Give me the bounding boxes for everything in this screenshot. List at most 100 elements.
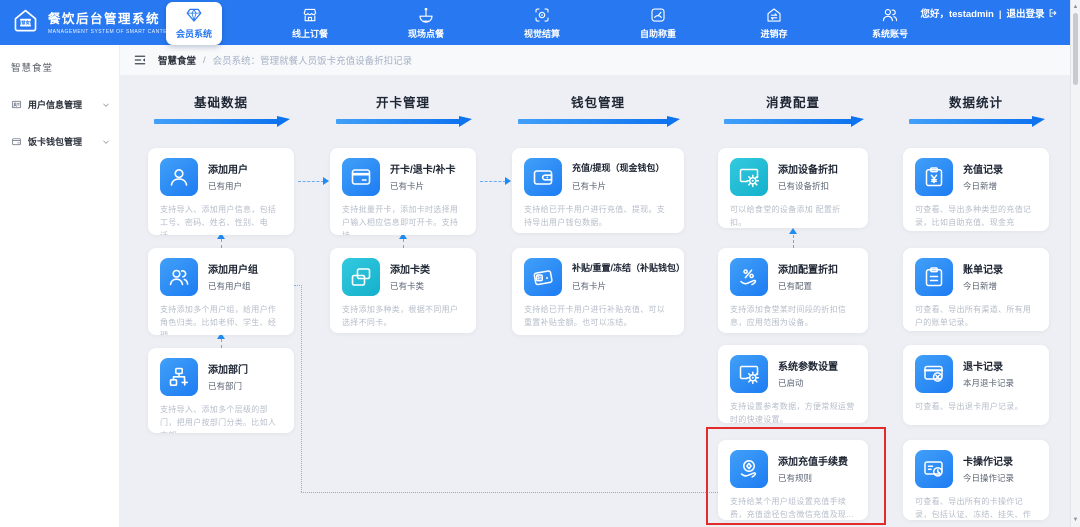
card-status: 已有卡片 [390,181,425,191]
card-title: 添加用户 [208,165,248,176]
gem-icon [185,6,203,24]
column-arrow-underline [154,116,290,127]
card-title: 账单记录 [963,265,1003,276]
card-subsidy-reset-freeze-wallet[interactable]: 补贴/重置/冻结（补贴钱包） 已有卡片 支持给已开卡用户进行补贴充值、可以重置补… [512,248,684,335]
user-divider: | [998,9,1002,20]
card-description: 支持导入、添加用户信息，包括工号、密码、姓名、性别、电话。 [160,205,277,235]
card-status: 已有用户 [208,181,243,191]
connector-department-to-usergroup [221,339,222,348]
card-system-parameter-settings[interactable]: 系统参数设置 已启动 支持设置参考数据，方便常规运营时的快速设置。 [718,345,868,423]
card-open-return-reissue-card[interactable]: 开卡/退卡/补卡 已有卡片 支持批量开卡，添加卡时选择用户输入相应信息即可开卡。… [330,148,476,235]
card-description: 支持给已开卡用户进行补贴充值、可以重置补贴金额。也可以冻结。 [524,305,666,327]
topbar: 餐饮后台管理系统 MANAGEMENT SYSTEM OF SMART CANT… [0,0,1080,45]
card-status: 已有卡类 [390,281,425,291]
collapse-sidebar-icon[interactable] [133,53,147,67]
tab-visual-checkout[interactable]: 视觉结算 [514,6,570,40]
device-gear-icon [730,158,768,196]
tab-self-weighing[interactable]: 自助称重 [630,6,686,40]
card-status: 已有卡片 [572,181,607,191]
card-status: 已有规则 [778,473,813,483]
column-header-wallet-management: 钱包管理 [512,92,684,127]
connector-user-to-card [298,181,324,182]
tab-online-ordering[interactable]: 线上订餐 [282,6,338,40]
scroll-up-icon[interactable]: ▲ [1071,2,1080,12]
logout-icon[interactable] [1045,9,1058,20]
card-card-return-records[interactable]: 退卡记录 本月退卡记录 可查看、导出退卡用户记录。 [903,345,1049,425]
card-title: 添加配置折扣 [778,265,838,276]
card-status: 已有卡片 [572,281,607,291]
card-title: 系统参数设置 [778,362,838,373]
breadcrumb-separator: / [203,54,206,66]
card-status: 今日操作记录 [963,473,1015,483]
warehouse-arrows-icon [765,6,783,24]
breadcrumb-root[interactable]: 智慧食堂 [158,53,196,67]
dish-icon [417,6,435,24]
card-add-user-group[interactable]: 添加用户组 已有用户组 支持添加多个用户组，给用户作角色归类。比如老师、学生、经… [148,248,294,335]
column-header-consumption-config: 消费配置 [718,92,868,127]
card-title: 卡操作记录 [963,457,1013,468]
app-subtitle: MANAGEMENT SYSTEM OF SMART CANTEEN [48,29,176,35]
card-title: 添加卡类 [390,265,430,276]
wallet-icon [524,158,562,196]
card-description: 支持设置参考数据，方便常规运营时的快速设置。 [730,402,855,423]
card-description: 支持添加多种类，根据不同用户选择不同卡。 [342,305,459,327]
cards-stack-icon [342,258,380,296]
card-add-device-discount[interactable]: 添加设备折扣 已有设备折扣 可以给食堂的设备添加 配置折扣。 [718,148,868,228]
card-status: 本月退卡记录 [963,378,1015,388]
tab-member-system[interactable]: 会员系统 [166,1,222,45]
scroll-down-icon[interactable]: ▼ [1071,515,1080,525]
connector-cardtype-to-card [403,239,404,248]
card-status: 今日新增 [963,281,998,291]
card-add-card-type[interactable]: 添加卡类 已有卡类 支持添加多种类，根据不同用户选择不同卡。 [330,248,476,333]
connector-usergroup-to-fee-horizontal [301,492,718,493]
card-title: 退卡记录 [963,362,1003,373]
card-title: 补贴/重置/冻结（补贴钱包） [572,263,684,273]
user-greeting: 您好，testadmin [920,9,994,20]
vertical-scrollbar[interactable]: ▲ ▼ [1070,0,1080,527]
card-title: 添加充值手续费 [778,457,848,468]
card-add-department[interactable]: 添加部门 已有部门 支持导入、添加多个层级的部门，把用户按部门分类。比如人事部.… [148,348,294,433]
user-icon [160,158,198,196]
connector-arrow [789,228,797,234]
subsidy-wallet-icon [524,258,562,296]
card-status: 已有配置 [778,281,813,291]
card-description: 支持导入、添加多个层级的部门，把用户按部门分类。比如人事部... [160,405,277,433]
card-recharge-withdraw-cash-wallet[interactable]: 充值/提现（现金钱包） 已有卡片 支持给已开卡用户进行充值、提现。支持导出用户钱… [512,148,684,233]
tab-inventory[interactable]: 进销存 [746,6,802,40]
card-title: 充值记录 [963,165,1003,176]
sidebar-item-user-info-management[interactable]: 用户信息管理 [0,98,119,111]
card-recharge-records[interactable]: 充值记录 今日新增 可查看、导出多种类型的充值记录，比如自助充值、现金充值、..… [903,148,1049,231]
breadcrumb: 智慧食堂 / 会员系统：管理就餐人员饭卡充值设备折扣记录 [120,45,1070,75]
card-add-config-discount[interactable]: 添加配置折扣 已有配置 支持添加食堂某时间段的折扣信息，应用范围为设备。 [718,248,868,333]
connector-usergroup-to-user [221,239,222,248]
connector-usergroup-to-fee-vertical [301,285,302,492]
tab-system-accounts[interactable]: 系统账号 [862,6,918,40]
card-bill-records[interactable]: 账单记录 今日新增 可查看、导出所有渠道、所有用户的账单记录。 [903,248,1049,331]
card-title: 开卡/退卡/补卡 [390,165,456,176]
storefront-icon [301,6,319,24]
meal-card-icon [11,136,22,147]
connector-arrow [505,177,511,185]
breadcrumb-current: 会员系统：管理就餐人员饭卡充值设备折扣记录 [212,56,413,67]
card-add-recharge-fee[interactable]: 添加充值手续费 已有规则 支持给某个用户组设置充值手续费，充值途径包含微信充值及… [718,440,868,520]
card-add-user[interactable]: 添加用户 已有用户 支持导入、添加用户信息，包括工号、密码、姓名、性别、电话。 [148,148,294,235]
card-card-operation-records[interactable]: 卡操作记录 今日操作记录 可查看、导出所有的卡操作记录，包括认证、冻结、挂失、作… [903,440,1049,520]
scrollbar-thumb[interactable] [1073,13,1078,85]
sidebar-item-meal-card-wallet-management[interactable]: 饭卡钱包管理 [0,135,119,148]
user-area: 您好，testadmin | 退出登录 [920,7,1058,22]
card-status: 今日新增 [963,181,998,191]
content-area: 智慧食堂 / 会员系统：管理就餐人员饭卡充值设备折扣记录 基础数据 开卡管理 钱… [120,45,1070,527]
user-group-icon [160,258,198,296]
scale-icon [649,6,667,24]
app-logo: 餐饮后台管理系统 MANAGEMENT SYSTEM OF SMART CANT… [10,6,175,37]
tab-onsite-ordering[interactable]: 现场点餐 [398,6,454,40]
logout-button[interactable]: 退出登录 [1007,9,1045,20]
clipboard-yuan-icon [915,158,953,196]
chevron-down-icon [102,101,110,109]
card-title: 添加用户组 [208,265,258,276]
sidebar: 智慧食堂 用户信息管理 饭卡钱包管理 [0,45,120,527]
card-description: 支持给某个用户组设置充值手续费，充值途径包含微信充值及现... [730,497,854,519]
card-history-icon [915,450,953,488]
scan-eye-icon [533,6,551,24]
connector-card-to-wallet [480,181,506,182]
